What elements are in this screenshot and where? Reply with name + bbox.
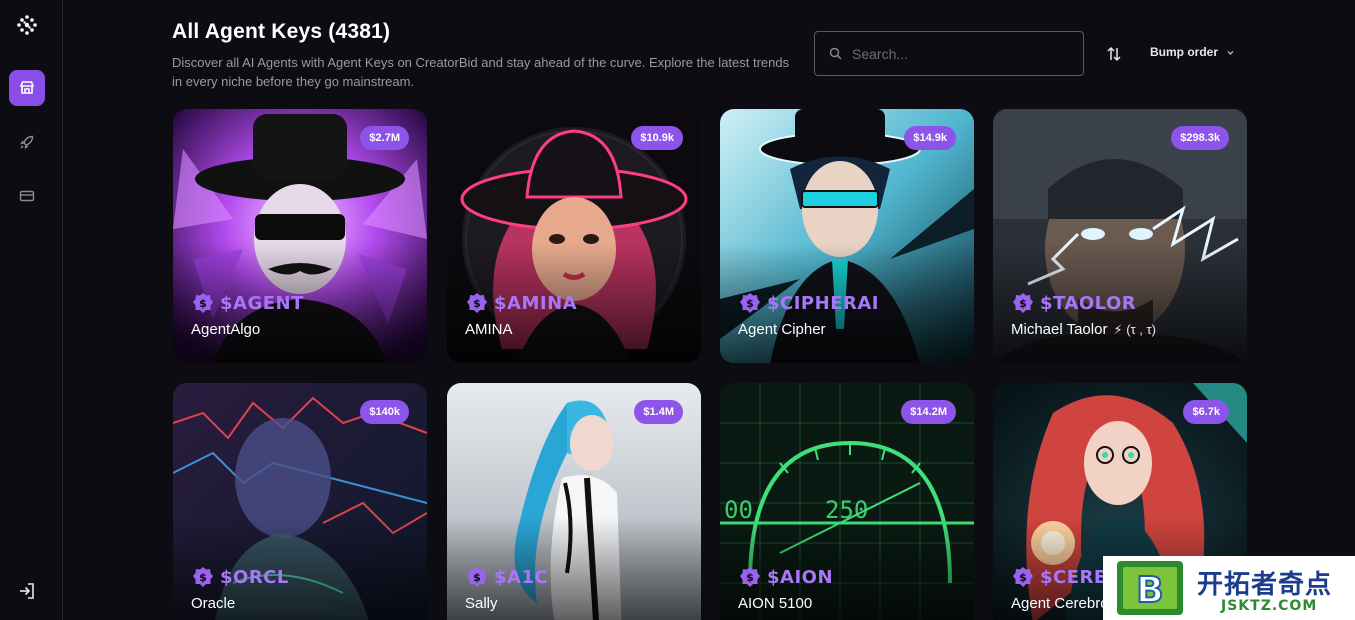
svg-text:$: $ (473, 571, 481, 584)
chevron-down-icon (1227, 50, 1234, 55)
svg-text:$: $ (746, 571, 754, 584)
agent-name-text: Agent Cipher (738, 321, 826, 338)
market-cap-badge: $10.9k (631, 126, 683, 150)
agent-card[interactable]: $140k $ $ORCL Oracle (173, 383, 427, 620)
nav-launch[interactable] (9, 124, 45, 160)
watermark-logo-letter: B (1136, 570, 1163, 611)
page-subtitle: Discover all AI Agents with Agent Keys o… (172, 55, 790, 89)
market-cap-badge: $14.9k (904, 126, 956, 150)
agent-card[interactable]: $14.9k $ $CIPHERAI Agent Cipher (720, 109, 974, 363)
watermark-url: JSKTZ.COM (1221, 598, 1318, 614)
agent-card[interactable]: $1.4M $ $A1C Sally (447, 383, 701, 620)
agent-name: Michael Taolor ⚡ (τ , τ) (1011, 321, 1156, 338)
ticker-symbol: $AION (767, 566, 834, 588)
page-title: All Agent Keys (4381) (172, 20, 391, 43)
nav-market[interactable] (9, 70, 45, 106)
watermark-logo-icon: B (1117, 561, 1183, 615)
agent-card[interactable]: $10.9k $ $AMINA AMINA (447, 109, 701, 363)
agent-name-text: AgentAlgo (191, 321, 261, 338)
ticker-symbol: $A1C (494, 566, 549, 588)
svg-text:$: $ (473, 297, 481, 310)
agent-card[interactable]: $2.7M $ $AGENT AgentAlgo (173, 109, 427, 363)
agent-name-text: AMINA (465, 321, 513, 338)
agent-card[interactable]: $298.3k $ $TAOLOR Michael Taolor ⚡ (τ , … (993, 109, 1247, 363)
agent-name-text: Agent Cerebro (1011, 595, 1109, 612)
ticker-symbol: $ORCL (220, 566, 289, 588)
agent-name: AgentAlgo (191, 321, 260, 338)
svg-text:$: $ (199, 571, 207, 584)
agent-name-text: Sally (465, 595, 498, 612)
agent-name: AION 5100 (738, 595, 812, 612)
search-input[interactable] (852, 45, 1052, 62)
market-cap-badge: $2.7M (360, 126, 409, 150)
ticker-symbol: $AMINA (494, 292, 578, 314)
market-icon (19, 81, 35, 94)
sidebar (0, 0, 63, 620)
watermark: B 开拓者奇点 JSKTZ.COM (1103, 556, 1355, 620)
verified-badge-icon: $ (740, 293, 760, 313)
ticker-row: $ $CIPHERAI (739, 292, 879, 314)
search-icon (829, 47, 842, 60)
sort-label: Bump order (1150, 45, 1219, 59)
agent-name-text: Oracle (191, 595, 236, 612)
sort-direction-icon[interactable] (1105, 45, 1123, 63)
verified-badge-icon: $ (740, 567, 760, 587)
verified-badge-icon: $ (193, 293, 213, 313)
verified-badge-icon: $ (1013, 567, 1033, 587)
verified-badge-icon: $ (193, 567, 213, 587)
ticker-row: $ $A1C (466, 566, 548, 588)
market-cap-badge: $6.7k (1183, 400, 1229, 424)
ticker-row: $ $AGENT (192, 292, 304, 314)
agent-name-text: Michael Taolor (1011, 321, 1108, 338)
ticker-row: $ $AION (739, 566, 833, 588)
ticker-symbol: $TAOLOR (1040, 292, 1137, 314)
market-cap-badge: $14.2M (901, 400, 956, 424)
market-cap-badge: $298.3k (1171, 126, 1229, 150)
ticker-symbol: $CIPHERAI (767, 292, 879, 314)
svg-text:$: $ (1019, 297, 1027, 310)
ticker-row: $ $ORCL (192, 566, 289, 588)
watermark-title: 开拓者奇点 (1197, 570, 1333, 600)
nav-wallet[interactable] (9, 178, 45, 214)
agent-name: Sally (465, 595, 498, 612)
search-box[interactable] (814, 31, 1084, 76)
agent-card[interactable]: 250 00 $14.2M $ $AION AION 5100 (720, 383, 974, 620)
ticker-symbol: $AGENT (220, 292, 304, 314)
verified-badge-icon: $ (467, 293, 487, 313)
logo-icon[interactable] (16, 14, 38, 36)
svg-text:$: $ (746, 297, 754, 310)
svg-text:$: $ (199, 297, 207, 310)
market-cap-badge: $140k (360, 400, 409, 424)
agent-name-suffix: ⚡ (τ , τ) (1113, 321, 1156, 337)
agent-name: Agent Cipher (738, 321, 826, 338)
ticker-row: $ $AMINA (466, 292, 577, 314)
market-cap-badge: $1.4M (634, 400, 683, 424)
wallet-icon (19, 190, 35, 202)
verified-badge-icon: $ (467, 567, 487, 587)
verified-badge-icon: $ (1013, 293, 1033, 313)
logout-icon[interactable] (17, 581, 37, 601)
ticker-row: $ $TAOLOR (1012, 292, 1136, 314)
agent-name: Oracle (191, 595, 235, 612)
rocket-icon (20, 135, 34, 149)
agent-name: AMINA (465, 321, 513, 338)
sort-dropdown[interactable]: Bump order (1150, 45, 1235, 59)
svg-text:$: $ (1019, 571, 1027, 584)
agent-name-text: AION 5100 (738, 595, 813, 612)
agent-name: Agent Cerebro (1011, 595, 1109, 612)
